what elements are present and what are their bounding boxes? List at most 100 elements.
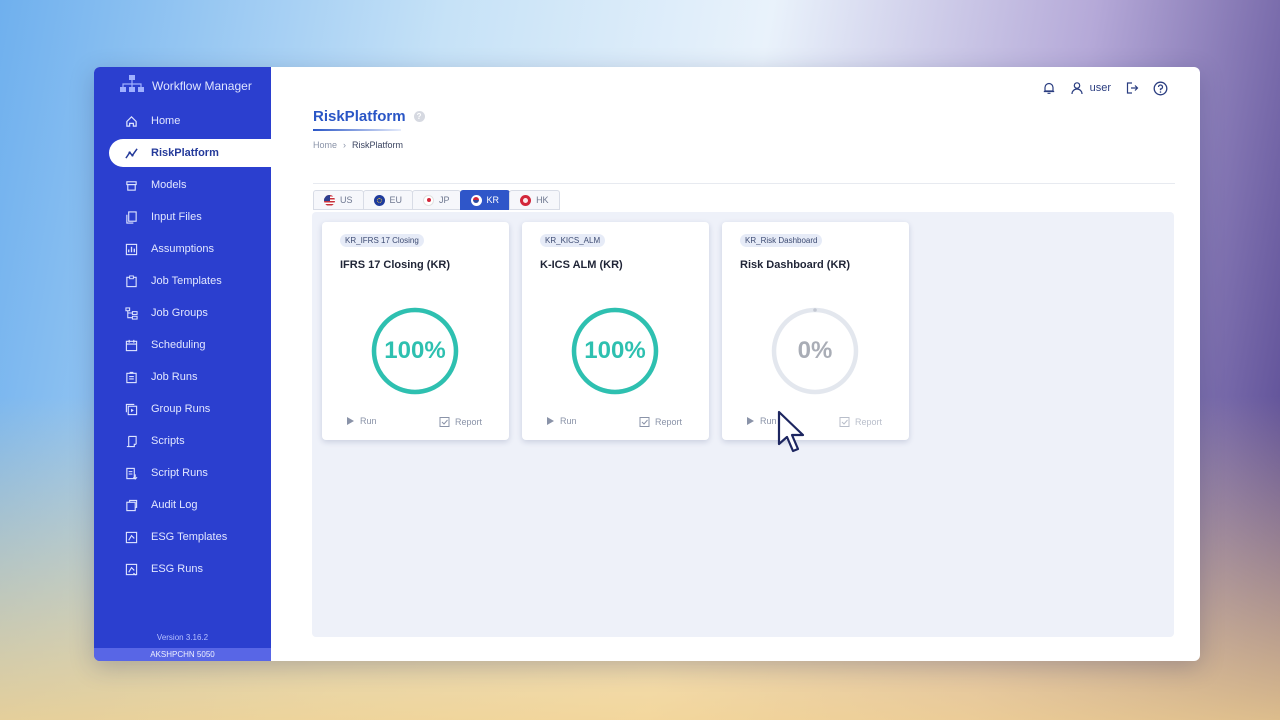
tab-label: KR xyxy=(486,195,500,205)
region-tabs: US EU JP KR HK xyxy=(313,190,560,210)
chevron-right-icon: › xyxy=(343,140,347,150)
app-title: Workflow Manager xyxy=(152,79,252,93)
sidebar-item-label: Script Runs xyxy=(151,467,208,479)
sidebar-item-script-runs[interactable]: Script Runs xyxy=(94,457,271,489)
sidebar-item-job-groups[interactable]: Job Groups xyxy=(94,297,271,329)
report-label: Report xyxy=(655,416,683,427)
box-icon xyxy=(124,178,138,192)
sidebar-item-esg-templates[interactable]: ESG Templates xyxy=(94,521,271,553)
tab-us[interactable]: US xyxy=(313,190,364,210)
home-icon xyxy=(124,114,138,128)
sidebar-item-assumptions[interactable]: Assumptions xyxy=(94,233,271,265)
user-name: user xyxy=(1089,82,1111,94)
card-tag: KR_Risk Dashboard xyxy=(740,234,823,247)
sidebar-item-job-runs[interactable]: Job Runs xyxy=(94,361,271,393)
card-title: K-ICS ALM (KR) xyxy=(540,259,623,271)
card-tag: KR_IFRS 17 Closing xyxy=(340,234,424,247)
sidebar-item-input-files[interactable]: Input Files xyxy=(94,201,271,233)
sidebar-item-label: RiskPlatform xyxy=(151,147,219,159)
progress-percent: 100% xyxy=(584,337,646,364)
tab-hk[interactable]: HK xyxy=(509,190,560,210)
version-label: Version 3.16.2 xyxy=(156,633,209,642)
sidebar-item-label: Job Groups xyxy=(151,307,208,319)
card-title: Risk Dashboard (KR) xyxy=(740,259,851,271)
report-label: Report xyxy=(455,416,483,427)
sidebar-item-label: Scheduling xyxy=(151,339,206,351)
run-button[interactable]: Run xyxy=(347,416,377,426)
breadcrumb-home[interactable]: Home xyxy=(313,140,337,150)
sidebar-item-label: Input Files xyxy=(151,211,202,223)
progress-percent: 0% xyxy=(797,337,833,364)
chart-icon xyxy=(124,242,138,256)
tab-kr[interactable]: KR xyxy=(459,190,511,210)
help-icon[interactable] xyxy=(1153,81,1168,96)
clipboard-list-icon xyxy=(124,370,138,384)
tab-jp[interactable]: JP xyxy=(412,190,461,210)
workflow-card[interactable]: KR_Risk Dashboard Risk Dashboard (KR) 0%… xyxy=(722,222,909,440)
sidebar-item-audit-log[interactable]: Audit Log xyxy=(94,489,271,521)
sidebar: Workflow Manager Home RiskPlatform Model… xyxy=(94,67,271,661)
report-button[interactable]: Report xyxy=(639,416,682,427)
page-title: RiskPlatform ? xyxy=(313,108,425,125)
report-icon xyxy=(439,417,450,427)
page-title-text: RiskPlatform xyxy=(313,108,406,125)
esg-template-icon xyxy=(124,530,138,544)
workflow-card[interactable]: KR_IFRS 17 Closing IFRS 17 Closing (KR) … xyxy=(322,222,509,440)
brand[interactable]: Workflow Manager xyxy=(120,74,252,98)
breadcrumb-current: RiskPlatform xyxy=(352,140,404,150)
sidebar-item-label: ESG Templates xyxy=(151,531,228,543)
run-label: Run xyxy=(360,416,377,426)
run-button[interactable]: Run xyxy=(547,416,577,426)
hk-flag-icon xyxy=(520,194,532,206)
tab-label: EU xyxy=(389,195,403,205)
sidebar-item-home[interactable]: Home xyxy=(94,105,271,137)
play-icon xyxy=(747,417,754,425)
title-help-icon[interactable]: ? xyxy=(413,111,425,122)
tab-label: JP xyxy=(439,195,450,205)
run-label: Run xyxy=(560,416,577,426)
play-icon xyxy=(347,417,354,425)
host-label: AKSHPCHN 5050 xyxy=(94,648,271,661)
sidebar-item-scheduling[interactable]: Scheduling xyxy=(94,329,271,361)
user-menu[interactable]: user xyxy=(1070,81,1111,95)
tab-label: US xyxy=(340,195,353,205)
user-icon xyxy=(1070,82,1083,95)
breadcrumb: Home › RiskPlatform xyxy=(313,140,403,150)
hierarchy-icon xyxy=(124,306,138,320)
sidebar-item-scripts[interactable]: Scripts xyxy=(94,425,271,457)
report-button[interactable]: Report xyxy=(439,416,482,427)
sidebar-item-riskplatform[interactable]: RiskPlatform xyxy=(109,139,271,167)
files-icon xyxy=(124,210,138,224)
script-run-icon xyxy=(124,466,138,480)
layers-icon xyxy=(124,402,138,416)
play-icon xyxy=(547,417,554,425)
esg-run-icon xyxy=(124,562,138,576)
title-underline xyxy=(313,129,401,131)
sidebar-item-esg-runs[interactable]: ESG Runs xyxy=(94,553,271,585)
run-label: Run xyxy=(760,416,777,426)
report-icon xyxy=(639,417,650,427)
bell-icon[interactable] xyxy=(1042,81,1056,95)
cards-panel: KR_IFRS 17 Closing IFRS 17 Closing (KR) … xyxy=(312,212,1174,637)
workflow-logo-icon xyxy=(120,74,144,98)
main-content: user RiskPlatform ? Home › RiskPlatform … xyxy=(271,67,1200,661)
progress-percent: 100% xyxy=(384,337,446,364)
sidebar-item-label: Group Runs xyxy=(151,403,211,415)
report-button[interactable]: Report xyxy=(839,416,882,427)
sidebar-item-group-runs[interactable]: Group Runs xyxy=(94,393,271,425)
sidebar-item-models[interactable]: Models xyxy=(94,169,271,201)
sidebar-item-label: ESG Runs xyxy=(151,563,203,575)
logout-icon[interactable] xyxy=(1125,81,1139,95)
run-button[interactable]: Run xyxy=(747,416,777,426)
card-tag: KR_KICS_ALM xyxy=(540,234,606,247)
tab-eu[interactable]: EU xyxy=(362,190,414,210)
workflow-card[interactable]: KR_KICS_ALM K-ICS ALM (KR) 100% Run Repo… xyxy=(522,222,709,440)
sidebar-item-label: Assumptions xyxy=(151,243,214,255)
tab-label: HK xyxy=(536,195,549,205)
script-icon xyxy=(124,434,138,448)
sidebar-item-label: Home xyxy=(151,115,181,127)
sidebar-nav: Home RiskPlatform Models Input Files Ass… xyxy=(94,105,271,585)
eu-flag-icon xyxy=(373,194,385,206)
app-window: Workflow Manager Home RiskPlatform Model… xyxy=(94,67,1200,661)
sidebar-item-job-templates[interactable]: Job Templates xyxy=(94,265,271,297)
